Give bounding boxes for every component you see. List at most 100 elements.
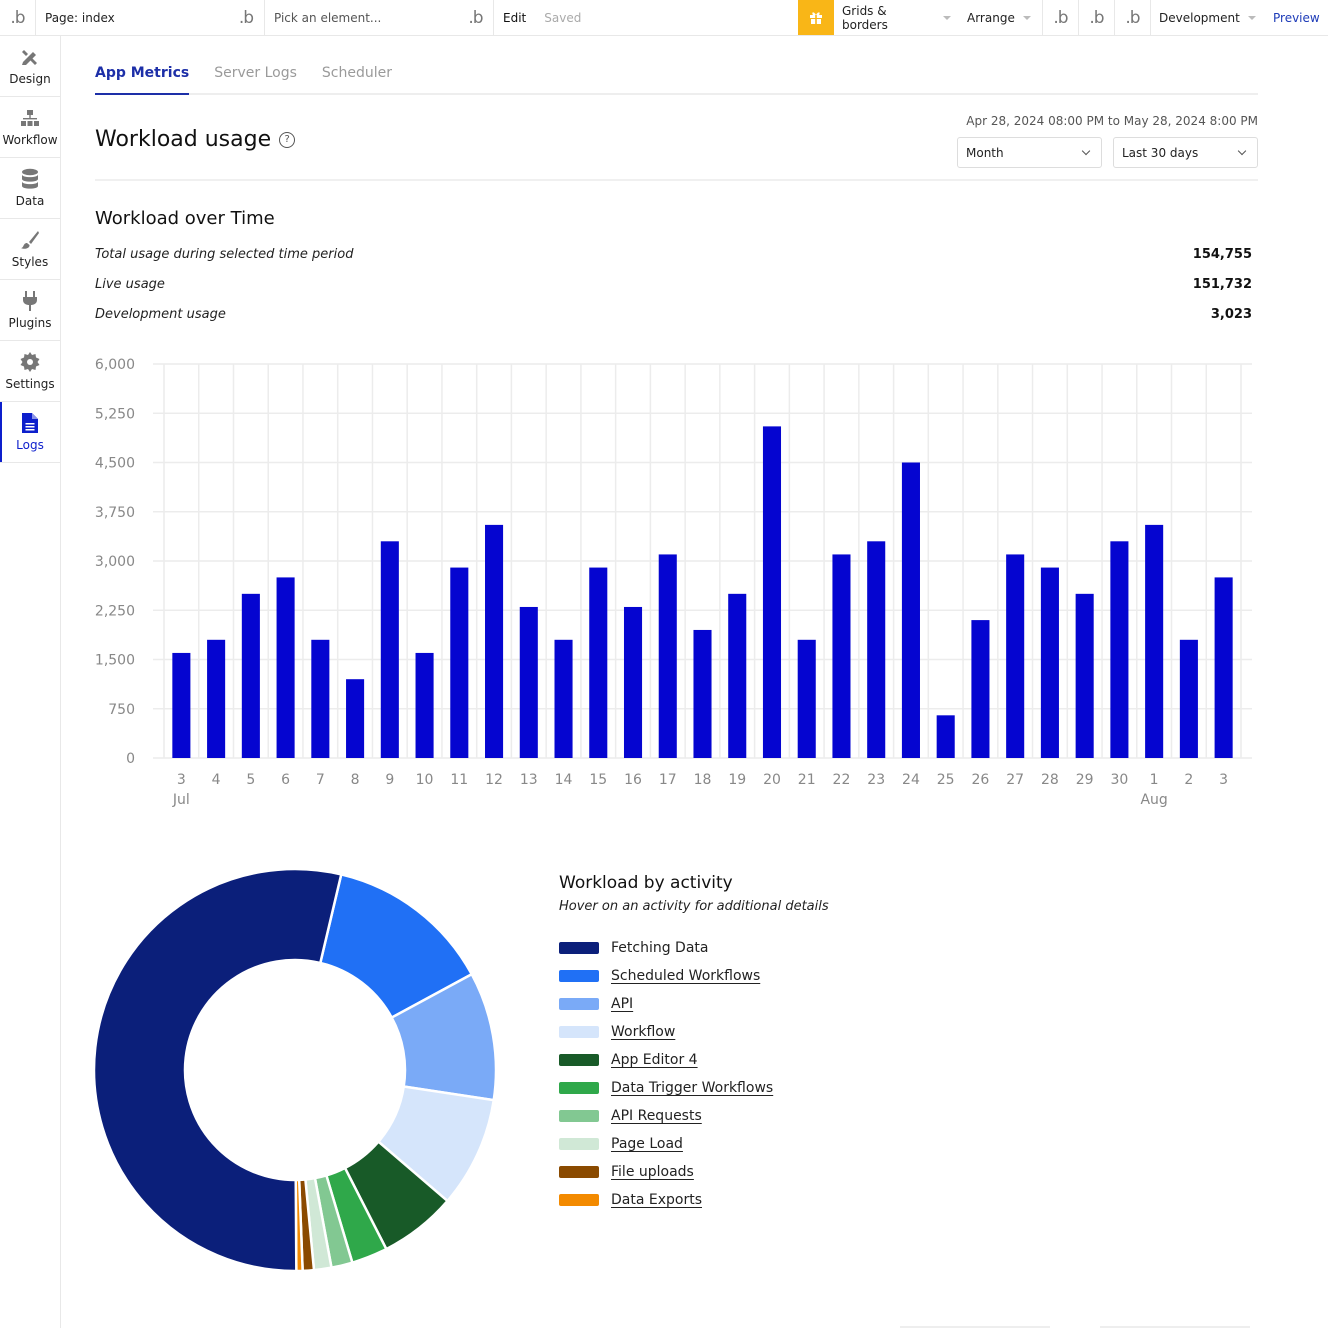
tab-bar: App Metrics Server Logs Scheduler — [95, 36, 1258, 95]
bar[interactable] — [623, 606, 643, 758]
bar[interactable] — [1110, 541, 1129, 758]
bar[interactable] — [797, 639, 816, 758]
environment-menu[interactable]: Development — [1151, 0, 1261, 35]
help-icon[interactable]: ? — [279, 131, 296, 148]
bar[interactable] — [762, 426, 782, 758]
bar[interactable] — [1214, 577, 1233, 758]
bar[interactable] — [554, 639, 573, 758]
legend-item[interactable]: App Editor 4 — [559, 1046, 829, 1074]
legend-label[interactable]: App Editor 4 — [611, 1052, 698, 1068]
gift-button[interactable] — [798, 0, 834, 35]
bar[interactable] — [519, 606, 538, 758]
bar[interactable] — [728, 593, 747, 758]
legend-item[interactable]: File uploads — [559, 1158, 829, 1186]
y-tick-label: 2,250 — [95, 603, 135, 619]
legend-label[interactable]: API Requests — [611, 1108, 702, 1124]
sidebar-item-data[interactable]: Data — [0, 158, 60, 219]
bar[interactable] — [346, 679, 365, 758]
x-tick-label: 12 — [485, 772, 503, 788]
legend-item[interactable]: Fetching Data — [559, 934, 829, 962]
bubble-logo-button[interactable]: .b — [1115, 0, 1151, 35]
legend-swatch — [559, 942, 599, 954]
bar[interactable] — [380, 541, 399, 758]
caret-down-icon — [1022, 15, 1031, 20]
y-tick-label: 1,500 — [95, 653, 135, 669]
legend-item[interactable]: API Requests — [559, 1102, 829, 1130]
sidebar-item-settings[interactable]: Settings — [0, 341, 60, 402]
sidebar-item-workflow[interactable]: Workflow — [0, 97, 60, 158]
stat-value: 154,755 — [1192, 247, 1252, 262]
legend-label[interactable]: File uploads — [611, 1164, 694, 1180]
x-tick-label: 1 — [1150, 772, 1159, 788]
y-tick-label: 3,750 — [95, 505, 135, 521]
sidebar-item-plugins[interactable]: Plugins — [0, 280, 60, 341]
legend-swatch — [559, 1082, 599, 1094]
tab-app-metrics[interactable]: App Metrics — [95, 65, 190, 95]
legend-swatch — [559, 1138, 599, 1150]
bubble-logo-button[interactable]: .b — [1043, 0, 1079, 35]
page-selector[interactable]: Page: index — [36, 0, 228, 35]
legend-item[interactable]: API — [559, 990, 829, 1018]
granularity-select[interactable]: Month — [957, 137, 1102, 168]
legend-item[interactable]: Workflow — [559, 1018, 829, 1046]
y-tick-label: 4,500 — [95, 456, 135, 472]
legend-label[interactable]: Workflow — [611, 1024, 675, 1040]
tab-scheduler[interactable]: Scheduler — [322, 65, 392, 93]
legend-item[interactable]: Data Exports — [559, 1186, 829, 1214]
bar[interactable] — [276, 577, 295, 758]
tab-server-logs[interactable]: Server Logs — [214, 65, 297, 93]
legend-label[interactable]: Data Trigger Workflows — [611, 1080, 773, 1096]
legend-label[interactable]: Fetching Data — [611, 940, 709, 956]
legend-swatch — [559, 1054, 599, 1066]
sidebar-item-logs[interactable]: Logs — [0, 402, 60, 463]
bubble-logo-button[interactable]: .b — [1079, 0, 1115, 35]
bar[interactable] — [172, 652, 191, 758]
legend-swatch — [559, 998, 599, 1010]
bar[interactable] — [1145, 524, 1164, 758]
element-picker[interactable]: Pick an element... — [264, 0, 458, 35]
legend-label[interactable]: Page Load — [611, 1136, 683, 1152]
bar[interactable] — [311, 639, 330, 758]
granularity-value: Month — [966, 145, 1004, 160]
bar[interactable] — [241, 593, 260, 758]
legend-label[interactable]: API — [611, 996, 633, 1012]
environment-label: Development — [1159, 10, 1240, 25]
bar[interactable] — [867, 541, 886, 758]
legend-item[interactable]: Data Trigger Workflows — [559, 1074, 829, 1102]
period-select[interactable]: Last 30 days — [1113, 137, 1258, 168]
bar[interactable] — [832, 554, 851, 758]
x-tick-label: 17 — [659, 772, 677, 788]
stat-development-usage: Development usage 3,023 — [95, 307, 1252, 322]
bar[interactable] — [901, 462, 920, 759]
bar[interactable] — [658, 554, 677, 758]
edit-menu[interactable]: Edit — [503, 11, 526, 25]
bar[interactable] — [1040, 567, 1059, 758]
bar[interactable] — [1006, 554, 1025, 758]
x-tick-label: 13 — [520, 772, 538, 788]
bar[interactable] — [415, 652, 434, 758]
grids-borders-menu[interactable]: Grids & borders — [834, 0, 959, 35]
bar[interactable] — [936, 715, 955, 758]
legend-label[interactable]: Scheduled Workflows — [611, 968, 760, 984]
sidebar-item-label: Styles — [11, 255, 49, 269]
bar[interactable] — [589, 567, 608, 758]
bar[interactable] — [1179, 639, 1198, 758]
legend-item[interactable]: Page Load — [559, 1130, 829, 1158]
bar[interactable] — [485, 524, 504, 758]
legend-label[interactable]: Data Exports — [611, 1192, 702, 1208]
bar[interactable] — [693, 629, 712, 758]
stat-value: 151,732 — [1192, 277, 1252, 292]
bubble-logo[interactable]: .b — [0, 0, 36, 35]
sidebar-item-styles[interactable]: Styles — [0, 219, 60, 280]
preview-button[interactable]: Preview — [1261, 0, 1320, 35]
bar[interactable] — [450, 567, 469, 758]
arrange-menu[interactable]: Arrange — [959, 0, 1043, 35]
bar[interactable] — [207, 639, 226, 758]
bar[interactable] — [971, 620, 990, 758]
sidebar-item-design[interactable]: Design — [0, 36, 60, 97]
bubble-logo-icon: .b — [238, 7, 254, 28]
x-tick-label: 18 — [694, 772, 712, 788]
legend-item[interactable]: Scheduled Workflows — [559, 962, 829, 990]
top-toolbar: .b Page: index .b Pick an element... .b … — [0, 0, 1328, 36]
bar[interactable] — [1075, 593, 1094, 758]
